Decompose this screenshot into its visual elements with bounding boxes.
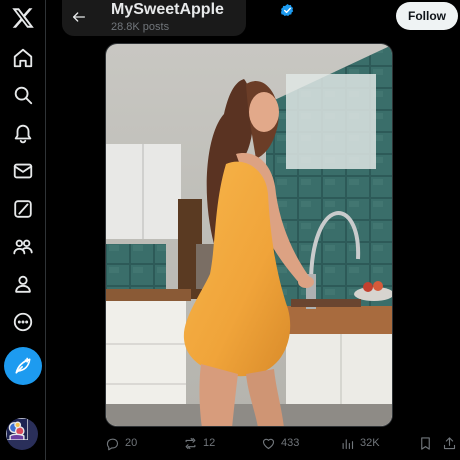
- notifications-bell-icon[interactable]: [3, 113, 43, 153]
- x-logo-icon[interactable]: [3, 0, 43, 38]
- post-action-bar: 20 12 433 32K: [100, 432, 460, 454]
- left-nav-rail: [0, 0, 46, 460]
- like-button[interactable]: 433: [261, 432, 299, 454]
- home-icon[interactable]: [3, 38, 43, 78]
- follow-button[interactable]: Follow: [396, 2, 458, 30]
- views-button[interactable]: 32K: [340, 432, 380, 454]
- profile-name[interactable]: MySweetApple: [111, 1, 224, 19]
- bookmark-icon: [421, 436, 430, 450]
- messages-envelope-icon[interactable]: [3, 151, 43, 191]
- views-count: 32K: [360, 437, 380, 449]
- profile-icon[interactable]: [3, 264, 43, 304]
- repost-button[interactable]: 12: [183, 432, 215, 454]
- communities-icon[interactable]: [3, 227, 43, 267]
- share-icon: [443, 436, 456, 449]
- heart-icon: [262, 438, 275, 449]
- share-button[interactable]: [442, 432, 457, 454]
- profile-header: MySweetApple 28.8K posts Follow: [58, 0, 460, 40]
- grok-icon[interactable]: [3, 189, 43, 229]
- back-button[interactable]: [68, 6, 90, 28]
- compose-post-button[interactable]: [4, 347, 42, 385]
- repost-icon: [185, 437, 196, 449]
- back-arrow-icon: [73, 12, 85, 22]
- account-avatar[interactable]: [6, 418, 38, 450]
- reply-button[interactable]: 20: [105, 432, 137, 454]
- post-media-image[interactable]: [105, 43, 393, 427]
- compose-post-icon: [15, 357, 31, 374]
- repost-count: 12: [203, 437, 216, 449]
- bookmark-button[interactable]: [418, 432, 433, 454]
- search-icon[interactable]: [3, 75, 43, 115]
- reply-count: 20: [125, 437, 138, 449]
- views-chart-icon: [342, 438, 354, 449]
- verified-badge-icon: [280, 3, 294, 16]
- more-icon[interactable]: [3, 302, 43, 342]
- post-count: 28.8K posts: [111, 21, 170, 33]
- reply-bubble-icon: [106, 438, 119, 450]
- like-count: 433: [281, 437, 300, 449]
